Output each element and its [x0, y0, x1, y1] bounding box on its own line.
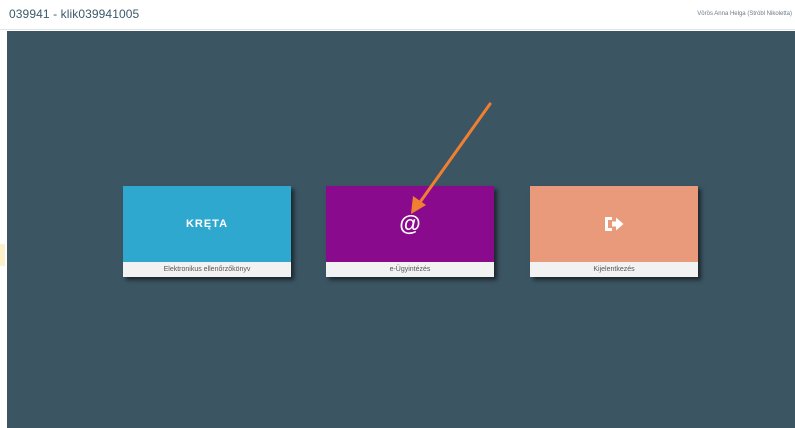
- tile-label: e-Ügyintézés: [326, 262, 494, 277]
- tile-elektronikus-ellenorzokonyv[interactable]: KRĘTA Elektronikus ellenőrzőkönyv: [123, 186, 291, 277]
- top-bar: 039941 - klik039941005 Vörös Anna Helga …: [0, 0, 795, 30]
- tile-face: KRĘTA: [123, 186, 291, 262]
- tile-e-ugyintezes[interactable]: @ e-Ügyintézés: [326, 186, 494, 277]
- kreta-logo: KRĘTA: [185, 218, 229, 230]
- at-icon: @: [399, 211, 421, 236]
- left-accent: [0, 244, 5, 266]
- tile-face: @: [326, 186, 494, 262]
- logout-icon: [605, 217, 624, 231]
- tile-face: [530, 186, 698, 262]
- user-name[interactable]: Vörös Anna Helga (Stróbl Nikoletta): [697, 11, 792, 17]
- tile-kijelentkezes[interactable]: Kijelentkezés: [530, 186, 698, 277]
- left-edge: [0, 31, 7, 428]
- tile-label: Kijelentkezés: [530, 262, 698, 277]
- tile-label: Elektronikus ellenőrzőkönyv: [123, 262, 291, 277]
- school-id: 039941 - klik039941005: [9, 7, 140, 21]
